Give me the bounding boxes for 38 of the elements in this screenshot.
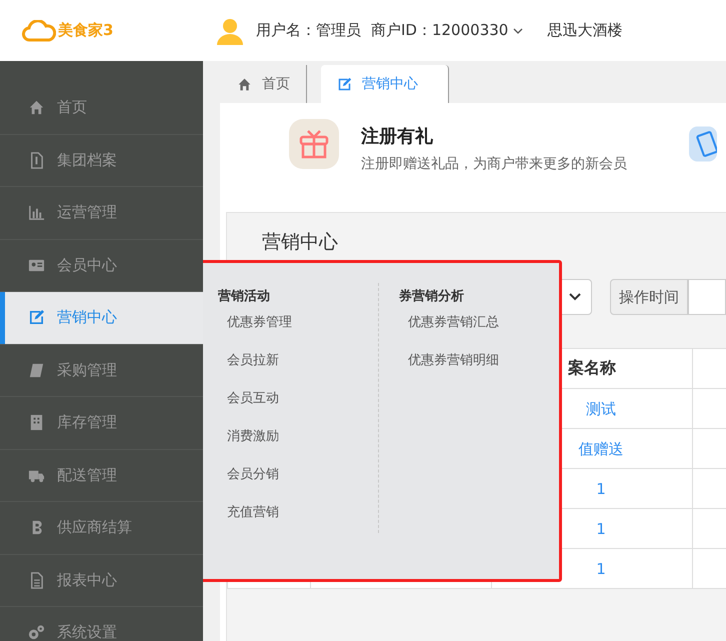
tab[interactable]: 营销中心	[321, 65, 449, 103]
promo-title: 注册有礼	[361, 125, 434, 148]
submenu-item[interactable]: 优惠券管理	[218, 313, 378, 351]
gift-icon	[289, 119, 339, 169]
submenu-item[interactable]: 会员互动	[218, 389, 378, 427]
filter-label: 操作时间	[610, 279, 688, 315]
document-icon	[28, 152, 45, 169]
date-input-field[interactable]	[688, 279, 726, 315]
submenu-item[interactable]: 会员分销	[218, 465, 378, 503]
chevron-down-icon	[513, 28, 524, 34]
table-link[interactable]: 1	[596, 560, 606, 578]
edit-icon	[28, 309, 45, 326]
sidebar-item[interactable]: 营销中心	[0, 292, 203, 344]
table-link[interactable]: 测试	[586, 400, 616, 418]
promo-description: 注册即赠送礼品，为商户带来更多的新会员	[361, 155, 628, 174]
table-link[interactable]: 1	[596, 480, 606, 498]
logo-text: 美食家3	[58, 21, 114, 40]
table-link[interactable]: 值赠送	[578, 440, 624, 458]
edit-icon	[337, 76, 352, 92]
submenu-item[interactable]: 消费激励	[218, 427, 378, 465]
submenu-item[interactable]: 优惠券营销汇总	[399, 313, 559, 351]
table-link[interactable]: 1	[596, 520, 606, 538]
merchant-id-dropdown[interactable]: 商户ID：12000330	[371, 21, 524, 40]
submenu-item[interactable]: 充值营销	[218, 503, 378, 541]
bar-chart-icon	[28, 204, 45, 222]
building-icon	[28, 414, 45, 432]
document-icon	[28, 572, 45, 589]
store-name: 思迅大酒楼	[547, 21, 622, 40]
submenu-item[interactable]: 会员拉新	[218, 351, 378, 389]
panel-title: 营销中心	[261, 230, 339, 255]
submenu-heading: 券营销分析	[399, 288, 465, 306]
home-icon	[28, 99, 45, 116]
username-label: 用户名：管理员	[256, 21, 361, 40]
user-avatar-icon	[216, 16, 244, 44]
home-icon	[237, 76, 252, 92]
submenu-heading: 营销活动	[218, 288, 271, 306]
chevron-down-icon	[568, 293, 581, 301]
cloud-logo-icon	[22, 20, 56, 42]
